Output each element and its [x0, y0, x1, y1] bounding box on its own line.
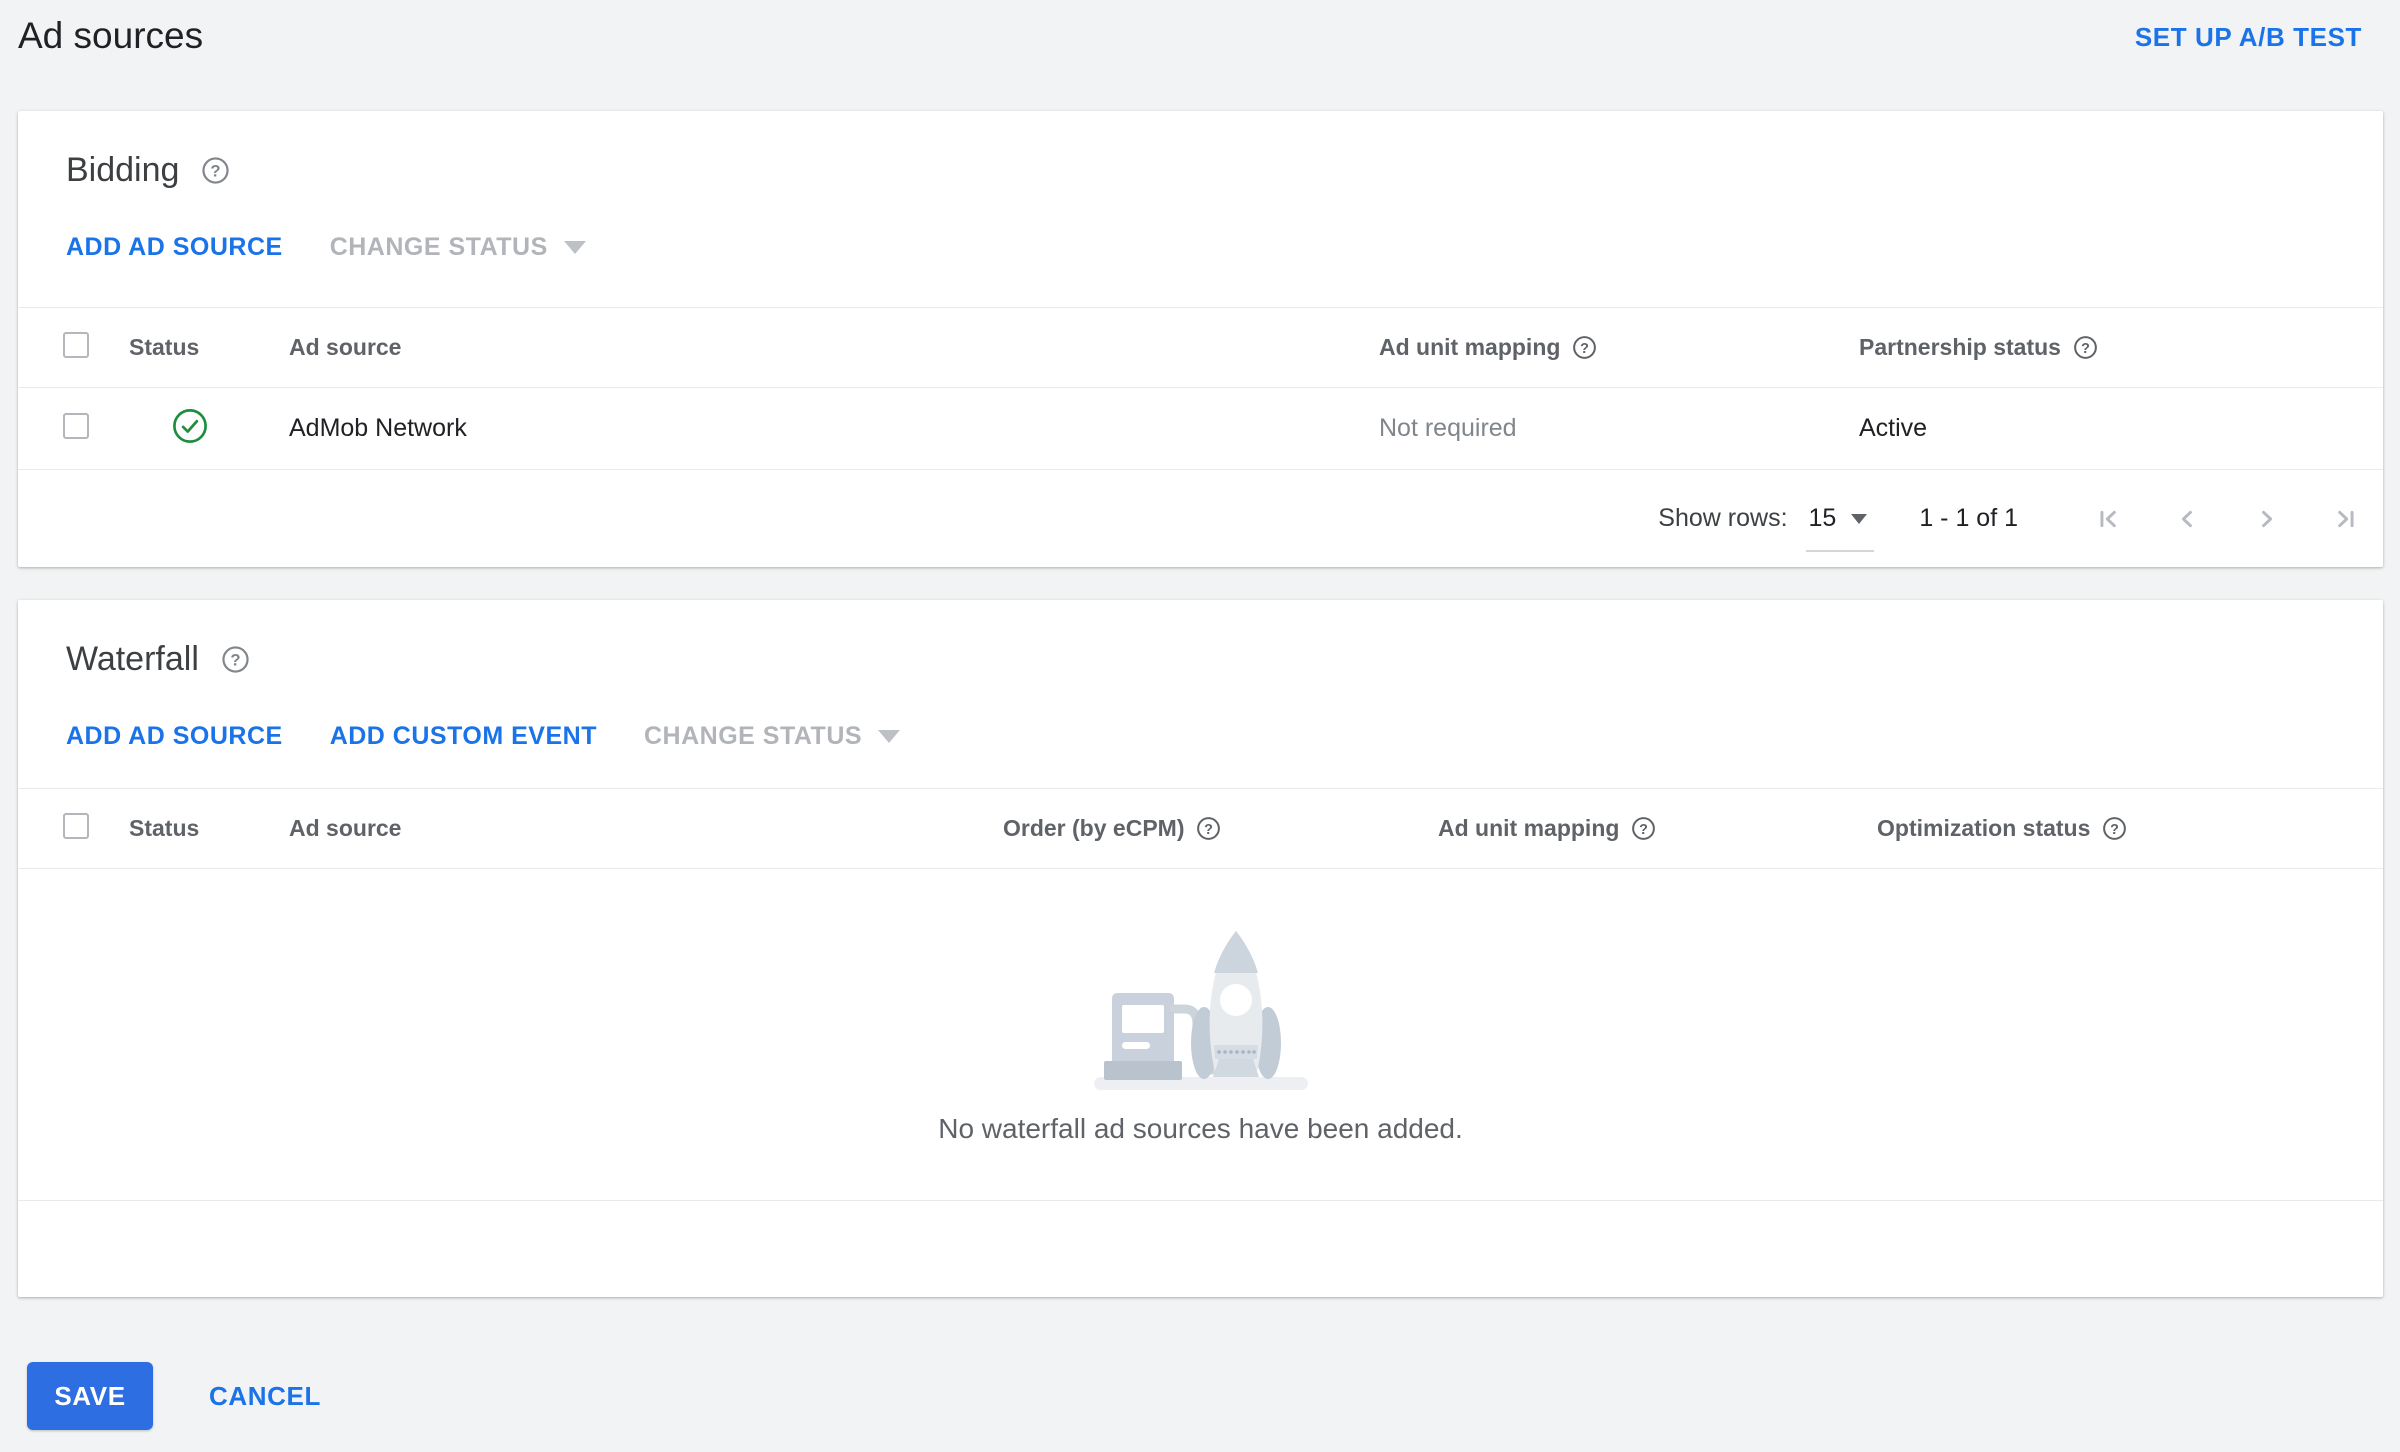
row-status	[129, 408, 289, 449]
column-ad-source: Ad source	[289, 334, 402, 360]
next-page-button[interactable]	[2251, 503, 2283, 535]
column-status: Status	[129, 334, 200, 360]
svg-text:?: ?	[2081, 341, 2090, 357]
column-partnership-status: Partnership status ?	[1859, 334, 2383, 361]
first-page-button[interactable]	[2091, 503, 2123, 535]
bidding-add-ad-source-button[interactable]: ADD AD SOURCE	[66, 233, 283, 262]
waterfall-change-status-label: CHANGE STATUS	[643, 722, 863, 750]
ad-unit-mapping-help-icon[interactable]: ?	[1572, 335, 1597, 360]
column-ad-source: Ad source	[289, 815, 402, 841]
column-order-by-ecpm: Order (by eCPM) ?	[1003, 815, 1438, 842]
save-button[interactable]: SAVE	[27, 1362, 153, 1430]
order-by-ecpm-help-icon[interactable]: ?	[1196, 816, 1221, 841]
previous-page-button[interactable]	[2171, 503, 2203, 535]
bidding-section: Bidding ? ADD AD SOURCE CHANGE STATUS St…	[18, 111, 2383, 567]
pagination-range: 1 - 1 of 1	[1919, 504, 2018, 532]
waterfall-add-ad-source-button[interactable]: ADD AD SOURCE	[66, 722, 283, 751]
column-order-by-ecpm-label: Order (by eCPM)	[1003, 815, 1185, 841]
bidding-table-header: Status Ad source Ad unit mapping ? Partn…	[18, 307, 2383, 388]
column-ad-unit-mapping: Ad unit mapping ?	[1379, 334, 1859, 361]
setup-ab-test-button[interactable]: SET UP A/B TEST	[2135, 22, 2362, 53]
rows-per-page-value: 15	[1808, 504, 1837, 532]
waterfall-table-header: Status Ad source Order (by eCPM) ? Ad un…	[18, 788, 2383, 869]
page-title: Ad sources	[18, 15, 204, 56]
fuel-pump-icon	[1103, 993, 1182, 1080]
waterfall-help-icon[interactable]: ?	[221, 645, 250, 674]
column-partnership-status-label: Partnership status	[1859, 334, 2061, 360]
svg-text:?: ?	[2111, 822, 2120, 838]
optimization-status-help-icon[interactable]: ?	[2102, 816, 2127, 841]
caret-down-icon	[878, 730, 901, 743]
cancel-button[interactable]: CANCEL	[209, 1381, 321, 1412]
waterfall-footer-bar	[18, 1200, 2383, 1297]
column-status: Status	[129, 815, 200, 841]
column-ad-unit-mapping-label: Ad unit mapping	[1379, 334, 1561, 360]
svg-text:?: ?	[1205, 822, 1214, 838]
row-partnership-status: Active	[1859, 414, 1928, 442]
status-active-icon	[173, 409, 207, 443]
column-optimization-status-label: Optimization status	[1877, 815, 2091, 841]
row-checkbox[interactable]	[63, 413, 89, 439]
table-row: AdMob Network Not required Active	[18, 388, 2383, 470]
waterfall-section: Waterfall ? ADD AD SOURCE ADD CUSTOM EVE…	[18, 600, 2383, 1297]
bidding-title: Bidding	[66, 150, 180, 189]
svg-text:?: ?	[211, 161, 221, 180]
column-optimization-status: Optimization status ?	[1877, 815, 2383, 842]
column-ad-unit-mapping-label: Ad unit mapping	[1438, 815, 1620, 841]
rows-per-page-select[interactable]: 15	[1805, 504, 1875, 552]
bidding-change-status-label: CHANGE STATUS	[329, 233, 548, 261]
caret-down-icon	[1851, 513, 1868, 524]
bidding-pagination: Show rows: 15 1 - 1 of 1	[18, 470, 2383, 567]
waterfall-title: Waterfall	[66, 639, 199, 678]
empty-state-message: No waterfall ad sources have been added.	[938, 1113, 1463, 1144]
svg-text:?: ?	[1581, 341, 1590, 357]
waterfall-select-all-checkbox[interactable]	[63, 813, 89, 839]
waterfall-empty-state: No waterfall ad sources have been added.	[18, 869, 2383, 1200]
waterfall-change-status-button[interactable]: CHANGE STATUS	[643, 722, 901, 751]
svg-text:?: ?	[1640, 822, 1649, 838]
topbar: Ad sources SET UP A/B TEST	[0, 0, 2400, 97]
footer-actions: SAVE CANCEL	[27, 1362, 2400, 1430]
last-page-button[interactable]	[2331, 503, 2363, 535]
caret-down-icon	[563, 241, 586, 254]
row-ad-source: AdMob Network	[289, 414, 467, 442]
show-rows-label: Show rows:	[1658, 504, 1788, 532]
ad-unit-mapping-help-icon[interactable]: ?	[1631, 816, 1656, 841]
svg-text:?: ?	[230, 650, 240, 669]
bidding-help-icon[interactable]: ?	[201, 156, 230, 185]
column-ad-unit-mapping: Ad unit mapping ?	[1438, 815, 1877, 842]
rocket-icon	[1190, 931, 1281, 1079]
bidding-select-all-checkbox[interactable]	[63, 332, 89, 358]
partnership-status-help-icon[interactable]: ?	[2073, 335, 2098, 360]
row-ad-unit-mapping: Not required	[1379, 414, 1517, 442]
add-custom-event-button[interactable]: ADD CUSTOM EVENT	[330, 722, 597, 751]
bidding-change-status-button[interactable]: CHANGE STATUS	[330, 233, 586, 262]
rocket-fuel-pump-illustration	[1093, 931, 1308, 1090]
